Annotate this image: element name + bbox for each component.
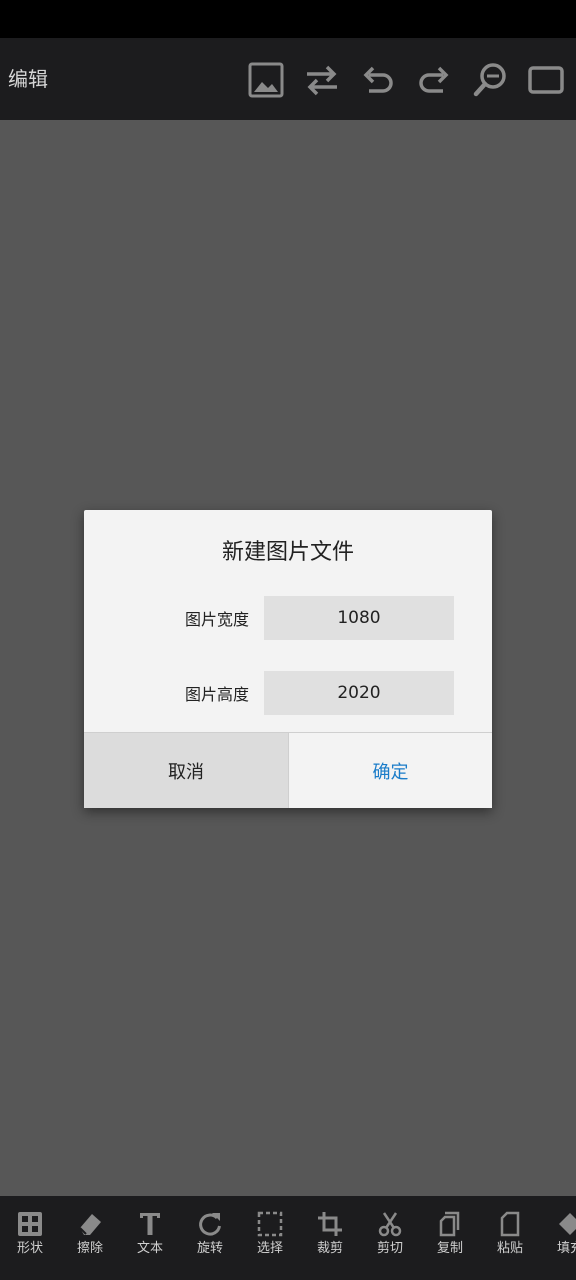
tool-label: 擦除 xyxy=(76,1241,103,1256)
swap-icon[interactable] xyxy=(302,60,342,100)
cancel-button[interactable]: 取消 xyxy=(84,733,288,808)
height-label: 图片高度 xyxy=(184,685,249,704)
tool-eraser[interactable]: 擦除 xyxy=(60,1210,120,1270)
text-icon xyxy=(136,1210,164,1238)
tool-label: 裁剪 xyxy=(316,1241,343,1256)
tool-fill[interactable]: 填充 xyxy=(540,1210,576,1270)
shapes-icon xyxy=(16,1210,44,1238)
status-bar xyxy=(0,0,576,38)
rotate-icon xyxy=(196,1210,224,1238)
paste-icon xyxy=(496,1210,524,1238)
tool-label: 粘贴 xyxy=(496,1241,523,1256)
fill-icon xyxy=(556,1210,576,1238)
tool-label: 文本 xyxy=(136,1241,163,1256)
eraser-icon xyxy=(76,1210,104,1238)
tool-cut[interactable]: 剪切 xyxy=(360,1210,420,1270)
tool-label: 复制 xyxy=(436,1241,463,1256)
copy-icon xyxy=(436,1210,464,1238)
tool-text[interactable]: 文本 xyxy=(120,1210,180,1270)
width-label: 图片宽度 xyxy=(184,610,249,629)
tool-copy[interactable]: 复制 xyxy=(420,1210,480,1270)
new-image-dialog: 新建图片文件 图片宽度 1080 图片高度 2020 取消 确定 xyxy=(84,510,492,808)
height-input[interactable]: 2020 xyxy=(264,671,454,715)
tool-label: 形状 xyxy=(16,1241,43,1256)
redo-icon[interactable] xyxy=(414,60,454,100)
page-title: 编辑 xyxy=(8,67,48,91)
zoom-out-icon[interactable] xyxy=(470,60,510,100)
rectangle-icon[interactable] xyxy=(526,60,566,100)
width-input[interactable]: 1080 xyxy=(264,596,454,640)
tool-label: 剪切 xyxy=(376,1241,403,1256)
tool-rotate[interactable]: 旋转 xyxy=(180,1210,240,1270)
undo-icon[interactable] xyxy=(358,60,398,100)
tool-label: 选择 xyxy=(256,1241,283,1256)
tool-select[interactable]: 选择 xyxy=(240,1210,300,1270)
scissors-icon xyxy=(376,1210,404,1238)
bottom-toolbar: 形状 擦除 文本 旋转 选择 裁剪 剪切 复制 粘贴 填 xyxy=(0,1196,576,1280)
tool-paste[interactable]: 粘贴 xyxy=(480,1210,540,1270)
crop-icon xyxy=(316,1210,344,1238)
dialog-title: 新建图片文件 xyxy=(221,540,354,565)
confirm-button[interactable]: 确定 xyxy=(289,733,492,808)
tool-shapes[interactable]: 形状 xyxy=(0,1210,60,1270)
select-icon xyxy=(256,1210,284,1238)
tool-label: 填充 xyxy=(556,1241,576,1256)
app-header: 编辑 xyxy=(0,38,576,120)
tool-crop[interactable]: 裁剪 xyxy=(300,1210,360,1270)
tool-label: 旋转 xyxy=(196,1241,223,1256)
image-icon[interactable] xyxy=(246,60,286,100)
